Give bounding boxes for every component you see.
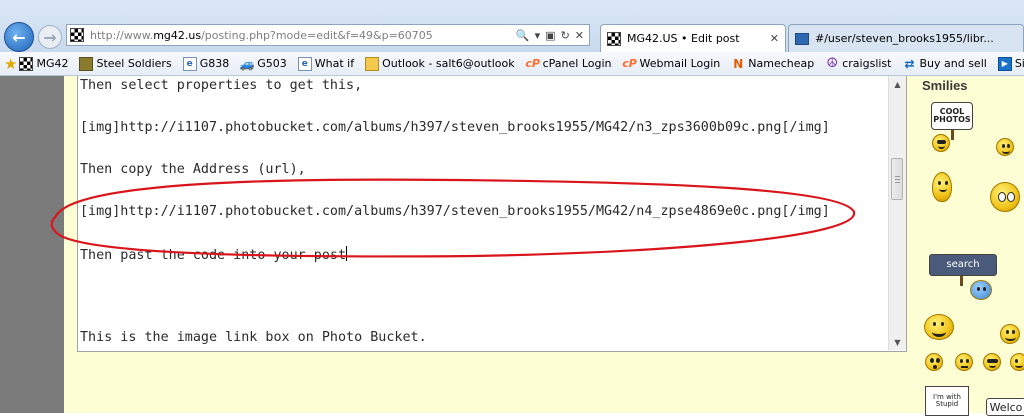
welcome-sign-smiley[interactable]: Welco <box>986 398 1024 416</box>
scroll-down-arrow-icon[interactable]: ▼ <box>889 334 906 350</box>
search-smiley-icon[interactable] <box>970 280 992 300</box>
dropdown-icon[interactable]: ▾ <box>535 29 541 42</box>
scroll-thumb[interactable] <box>891 158 903 200</box>
post-message-textarea[interactable]: Then select properties to get this, [img… <box>77 76 907 352</box>
forward-arrow-icon: → <box>43 27 57 47</box>
sunglasses-smiley-icon[interactable] <box>983 353 1001 371</box>
mg42-icon <box>19 56 34 71</box>
cpanel-icon: cP <box>525 57 540 70</box>
favorite-g838[interactable]: e G838 <box>182 56 229 71</box>
favorite-outlook[interactable]: Outlook - salt6@outlook <box>365 56 515 71</box>
bounce-smiley-icon[interactable] <box>996 138 1014 156</box>
forward-button[interactable]: → <box>38 25 62 49</box>
peace-icon: ☮ <box>826 56 839 71</box>
favorite-directv[interactable]: ▶Sign In - DIRECTV <box>997 56 1024 71</box>
favorite-buy-and-sell[interactable]: ⇄ Buy and sell <box>902 57 986 71</box>
scroll-up-arrow-icon[interactable]: ▲ <box>889 76 906 92</box>
jeep-icon: 🚙 <box>239 56 255 71</box>
tab-title: #/user/steven_brooks1955/libr... <box>815 32 994 45</box>
address-bar[interactable]: http://www.mg42.us/posting.php?mode=edit… <box>66 24 590 46</box>
favorite-g503[interactable]: 🚙 G503 <box>240 57 287 71</box>
mg42-favicon <box>607 31 621 46</box>
tab-photobucket-library[interactable]: #/user/steven_brooks1955/libr... <box>788 24 1024 52</box>
mg42-favicon <box>70 28 84 42</box>
steel-soldiers-icon <box>79 56 94 71</box>
tab-title: MG42.US • Edit post <box>627 32 740 45</box>
text-cursor <box>346 246 348 261</box>
text-line: Then select properties to get this, <box>80 78 363 93</box>
outlook-icon <box>365 56 380 71</box>
text-line: Then copy the Address (url), <box>80 162 306 177</box>
favorite-mg42[interactable]: MG42 <box>19 56 68 71</box>
smilies-title: Smilies <box>922 78 968 93</box>
tab-edit-post[interactable]: MG42.US • Edit post ✕ <box>600 24 786 52</box>
directv-icon: ▶ <box>997 56 1012 71</box>
favorite-what-if[interactable]: e What if <box>297 56 354 71</box>
compatibility-view-icon[interactable]: ▣ <box>545 29 555 42</box>
text-line: Then past the code into your post <box>80 246 348 263</box>
address-bar-actions: 🔍 ▾ ▣ ↻ ✕ <box>516 29 589 42</box>
cpanel-icon: cP <box>622 57 637 70</box>
url-text[interactable]: http://www.mg42.us/posting.php?mode=edit… <box>90 29 516 42</box>
im-with-stupid-sign-smiley[interactable]: I'm with Stupid <box>925 386 969 416</box>
close-tab-icon[interactable]: ✕ <box>770 32 779 45</box>
cool-photos-sign-smiley[interactable]: COOL PHOTOS <box>931 102 973 130</box>
stop-icon[interactable]: ✕ <box>575 29 584 42</box>
text-line: [img]http://i1107.photobucket.com/albums… <box>80 120 830 135</box>
surprised-smiley-icon[interactable] <box>925 353 943 371</box>
refresh-icon[interactable]: ↻ <box>561 29 570 42</box>
confused-smiley-icon[interactable] <box>955 353 973 371</box>
favorite-namecheap[interactable]: N Namecheap <box>731 57 814 71</box>
favorites-star-icon[interactable]: ★ <box>4 55 17 73</box>
cool-smiley-icon[interactable] <box>932 134 950 152</box>
back-button[interactable]: ← <box>4 22 34 52</box>
big-grin-smiley-icon[interactable] <box>1000 324 1020 344</box>
favorite-craigslist[interactable]: ☮ craigslist <box>825 56 891 71</box>
editor-scrollbar[interactable]: ▲ ▼ <box>888 76 906 350</box>
favorite-cpanel-login[interactable]: cP cPanel Login <box>525 57 611 71</box>
search-icon[interactable]: 🔍 <box>516 29 530 42</box>
namecheap-icon: N <box>733 56 744 71</box>
favorites-bar: ★ MG42 Steel Soldiers e G838 🚙 G503 e What … <box>0 52 1024 76</box>
wink-smiley-icon[interactable] <box>1010 353 1024 371</box>
page-icon: e <box>182 56 197 71</box>
page-content: Then select properties to get this, [img… <box>0 76 1024 416</box>
eyes-smiley-icon[interactable] <box>990 182 1020 212</box>
search-sign-smiley[interactable]: search <box>929 254 997 276</box>
page-icon: e <box>297 56 312 71</box>
back-arrow-icon: ← <box>12 27 26 47</box>
photobucket-favicon <box>795 32 809 45</box>
browser-navigation-bar: ← → http://www.mg42.us/posting.php?mode=… <box>0 0 1024 52</box>
favorite-steel-soldiers[interactable]: Steel Soldiers <box>79 56 172 71</box>
laugh-smiley-icon[interactable] <box>924 314 954 340</box>
text-line: This is the image link box on Photo Buck… <box>80 330 427 345</box>
text-line: [img]http://i1107.photobucket.com/albums… <box>80 204 830 219</box>
favorite-webmail-login[interactable]: cP Webmail Login <box>622 57 720 71</box>
banana-smiley-icon[interactable] <box>932 172 952 202</box>
buy-sell-icon: ⇄ <box>904 56 915 71</box>
left-margin-strip <box>0 76 64 413</box>
